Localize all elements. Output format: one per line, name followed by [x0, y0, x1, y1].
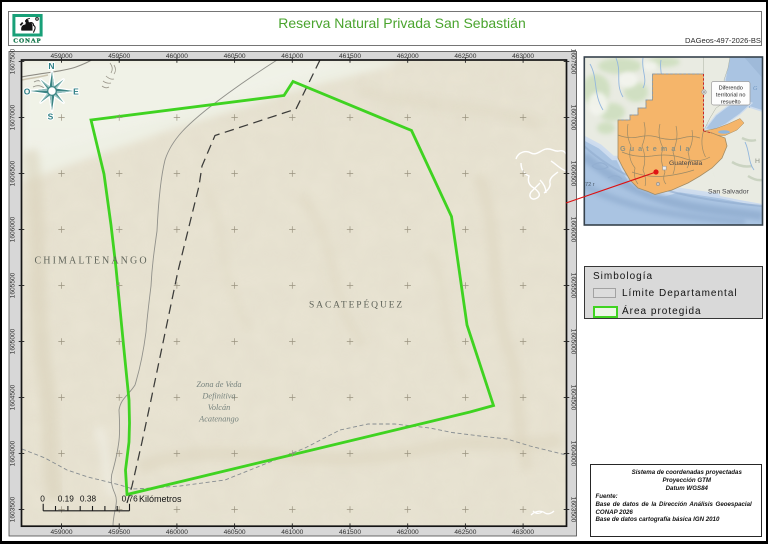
- svg-text:Zona de Veda: Zona de Veda: [196, 380, 241, 389]
- svg-text:1607500: 1607500: [10, 48, 17, 74]
- svg-text:1606000: 1606000: [10, 216, 17, 242]
- svg-text:459500: 459500: [108, 53, 130, 60]
- svg-text:462500: 462500: [454, 53, 476, 60]
- svg-text:territorial no: territorial no: [716, 93, 746, 99]
- svg-text:S: S: [48, 112, 54, 122]
- svg-text:R: R: [36, 18, 39, 22]
- svg-text:0.38: 0.38: [80, 494, 97, 504]
- svg-text:Acatenango: Acatenango: [198, 415, 239, 424]
- svg-text:0.19: 0.19: [58, 494, 75, 504]
- svg-text:460000: 460000: [166, 53, 188, 60]
- svg-text:1604500: 1604500: [570, 385, 577, 411]
- svg-text:461000: 461000: [281, 53, 303, 60]
- svg-text:Ho: Ho: [755, 158, 768, 165]
- svg-text:1603500: 1603500: [10, 496, 17, 522]
- svg-text:Kilómetros: Kilómetros: [139, 494, 182, 504]
- svg-text:1605500: 1605500: [10, 272, 17, 298]
- svg-text:459000: 459000: [50, 53, 72, 60]
- svg-text:1607000: 1607000: [570, 105, 577, 131]
- svg-text:459000: 459000: [50, 529, 72, 536]
- svg-text:461500: 461500: [339, 53, 361, 60]
- svg-text:72 r: 72 r: [585, 182, 595, 188]
- svg-text:462000: 462000: [397, 529, 419, 536]
- svg-text:0.76: 0.76: [122, 494, 139, 504]
- svg-text:463000: 463000: [512, 529, 534, 536]
- svg-text:E: E: [73, 87, 79, 97]
- svg-text:462000: 462000: [397, 53, 419, 60]
- svg-text:0: 0: [40, 494, 45, 504]
- svg-text:1605000: 1605000: [570, 329, 577, 355]
- svg-text:1604000: 1604000: [10, 440, 17, 466]
- svg-text:CHIMALTENANGO: CHIMALTENANGO: [35, 256, 149, 267]
- svg-text:1605500: 1605500: [570, 273, 577, 299]
- svg-text:460500: 460500: [224, 529, 246, 536]
- svg-text:463000: 463000: [512, 53, 534, 60]
- svg-text:1607000: 1607000: [10, 104, 17, 130]
- svg-text:1604500: 1604500: [10, 384, 17, 410]
- svg-text:1605000: 1605000: [10, 328, 17, 354]
- svg-text:1603500: 1603500: [570, 497, 577, 523]
- svg-text:1604000: 1604000: [570, 441, 577, 467]
- svg-text:G: G: [753, 86, 758, 92]
- svg-text:1606500: 1606500: [10, 160, 17, 186]
- svg-text:CONAP: CONAP: [13, 37, 41, 44]
- svg-text:O: O: [24, 87, 31, 97]
- svg-text:Guatemala: Guatemala: [669, 160, 702, 167]
- svg-text:Diferendo: Diferendo: [719, 86, 743, 92]
- svg-text:SACATEPÉQUEZ: SACATEPÉQUEZ: [309, 299, 404, 311]
- svg-text:1606000: 1606000: [570, 217, 577, 243]
- svg-text:Guatemala: Guatemala: [620, 144, 694, 153]
- svg-text:461000: 461000: [281, 529, 303, 536]
- svg-text:Definitiva: Definitiva: [201, 392, 235, 401]
- svg-text:San Salvador: San Salvador: [708, 189, 750, 196]
- svg-text:461500: 461500: [339, 529, 361, 536]
- svg-text:462500: 462500: [454, 529, 476, 536]
- svg-text:1606500: 1606500: [570, 161, 577, 187]
- svg-text:N: N: [48, 61, 54, 71]
- svg-text:460500: 460500: [224, 53, 246, 60]
- svg-text:460000: 460000: [166, 529, 188, 536]
- svg-text:1607500: 1607500: [570, 49, 577, 75]
- svg-text:459500: 459500: [108, 529, 130, 536]
- svg-text:resuelto: resuelto: [721, 100, 741, 106]
- svg-text:Volcán: Volcán: [208, 403, 231, 412]
